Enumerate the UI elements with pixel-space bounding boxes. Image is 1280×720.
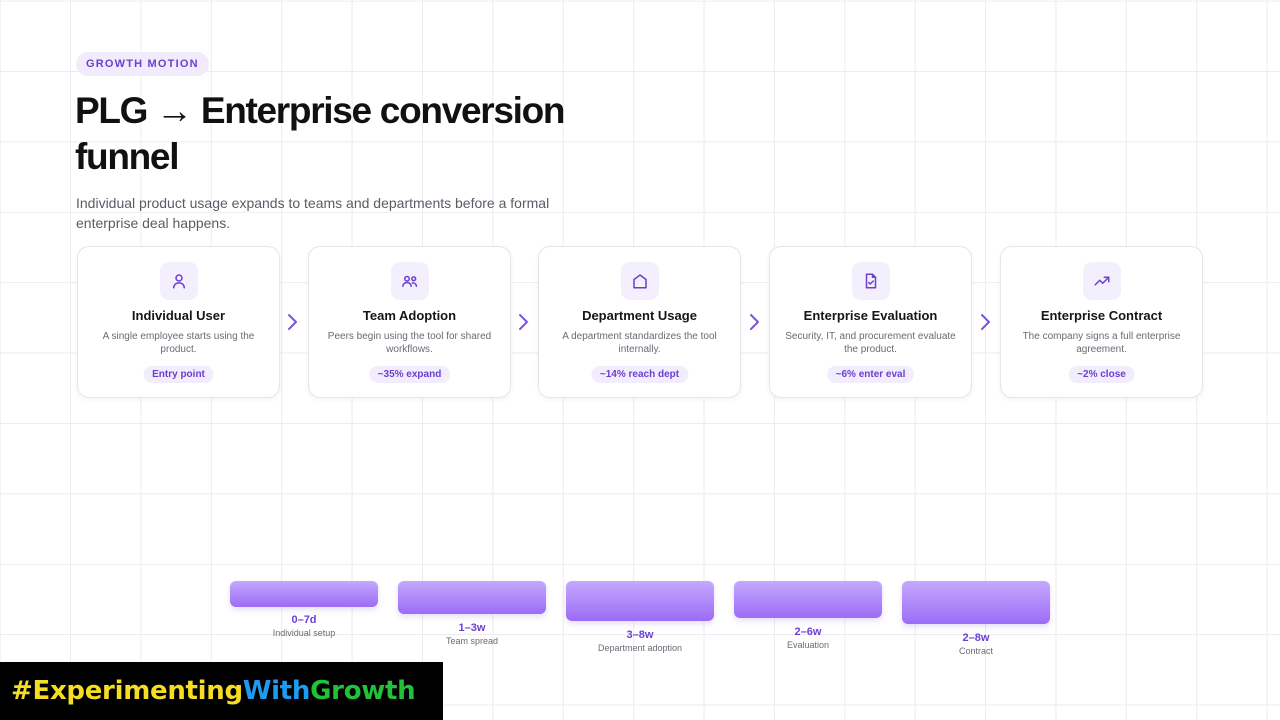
timeline-duration: 2–6w	[794, 626, 822, 638]
stage-metric-badge: ~2% close	[1068, 366, 1135, 383]
timeline-duration: 0–7d	[291, 614, 317, 626]
stage-description: A single employee starts using the produ…	[102, 331, 255, 355]
timeline-duration: 2–8w	[962, 632, 990, 644]
timeline-bar	[230, 581, 378, 607]
timeline-duration: 3–8w	[626, 629, 654, 641]
stage-name: Team Adoption	[362, 308, 457, 323]
stage-metric-badge: Entry point	[143, 366, 214, 383]
chevron-right-icon	[981, 314, 990, 330]
team-icon	[391, 262, 429, 300]
stage-card-team-adoption: Team Adoption Peers begin using the tool…	[308, 246, 511, 398]
stage-description: Security, IT, and procurement evaluate t…	[785, 331, 956, 355]
chevron-right-icon	[288, 314, 297, 330]
stage-card-individual-user: Individual User A single employee starts…	[77, 246, 280, 398]
chevron-right-icon	[750, 314, 759, 330]
stage-name: Individual User	[131, 308, 226, 323]
stage-description: Peers begin using the tool for shared wo…	[327, 331, 492, 355]
timeline-bar	[734, 581, 882, 618]
trend-icon	[1083, 262, 1121, 300]
stage-name: Enterprise Contract	[1040, 308, 1163, 323]
section-eyebrow: GROWTH MOTION	[76, 52, 209, 76]
building-icon	[621, 262, 659, 300]
timeline-phase-label: Individual setup	[272, 628, 336, 638]
user-icon	[160, 262, 198, 300]
timeline-bar	[398, 581, 546, 614]
stage-card-enterprise-evaluation: Enterprise Evaluation Security, IT, and …	[769, 246, 972, 398]
page-title: PLG → Enterprise conversion funnel	[75, 90, 566, 177]
timeline-phase-label: Team spread	[445, 636, 499, 646]
hashtag-part-growth: Growth	[310, 676, 416, 706]
timeline-bar	[566, 581, 714, 621]
stage-card-enterprise-contract: Enterprise Contract The company signs a …	[1000, 246, 1203, 398]
page-subtitle: Individual product usage expands to team…	[76, 195, 550, 231]
stage-description: The company signs a full enterprise agre…	[1022, 331, 1181, 355]
stage-metric-badge: ~6% enter eval	[826, 366, 915, 383]
stage-metric-badge: ~14% reach dept	[590, 366, 689, 383]
stage-name: Department Usage	[582, 308, 697, 323]
stage-metric-badge: ~35% expand	[368, 366, 451, 383]
timeline-phase-label: Contract	[958, 646, 993, 656]
hashtag-part-with: With	[242, 676, 311, 706]
timeline-duration: 1–3w	[458, 622, 486, 634]
timeline-bar	[902, 581, 1050, 624]
chevron-right-icon	[519, 314, 528, 330]
stage-card-department-usage: Department Usage A department standardiz…	[538, 246, 741, 398]
hashtag-part-experimenting: #Experimenting	[11, 676, 243, 706]
timeline-phase-label: Evaluation	[786, 640, 830, 650]
timeline-phase-label: Department adoption	[597, 643, 683, 653]
stage-name: Enterprise Evaluation	[803, 308, 938, 323]
stage-description: A department standardizes the tool inter…	[562, 331, 717, 355]
hashtag-banner: #Experimenting With Growth	[0, 662, 443, 720]
document-check-icon	[852, 262, 890, 300]
